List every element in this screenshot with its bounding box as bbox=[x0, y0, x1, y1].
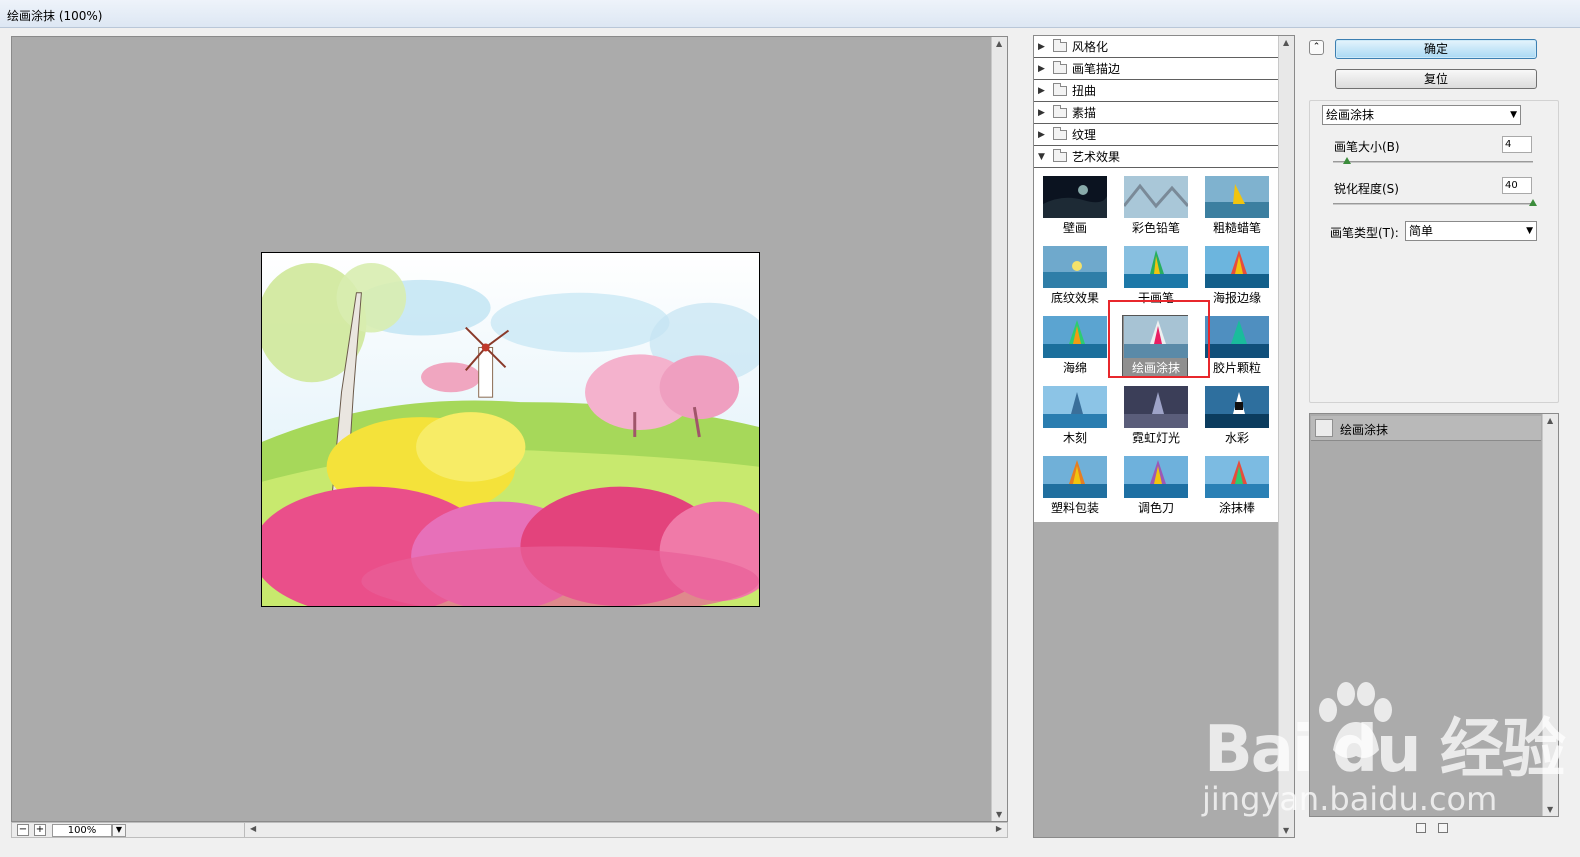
scroll-up-icon[interactable]: ▲ bbox=[1547, 416, 1553, 425]
scroll-down-icon[interactable]: ▼ bbox=[996, 810, 1002, 819]
highlight-box bbox=[1108, 300, 1210, 378]
filter-thumb-cutout[interactable]: 木刻 bbox=[1042, 386, 1108, 448]
double-chevron-up-icon: ⌃ bbox=[1312, 42, 1321, 52]
colored-pencil-preview bbox=[1124, 176, 1188, 218]
preview-image bbox=[261, 252, 760, 607]
poster-edges-preview bbox=[1205, 246, 1269, 288]
filter-thumb-dry-brush[interactable]: 干画笔 bbox=[1123, 246, 1189, 308]
preview-status-bar: − + 100% ▼ ◀ ▶ bbox=[11, 822, 1008, 838]
scroll-down-icon[interactable]: ▼ bbox=[1547, 805, 1553, 814]
brush-size-input[interactable]: 4 bbox=[1502, 136, 1532, 153]
category-texture[interactable]: ▶ 纹理 bbox=[1034, 124, 1279, 146]
watermark-url: jingyan.baidu.com bbox=[1202, 780, 1498, 818]
filter-thumb-neon-glow[interactable]: 霓虹灯光 bbox=[1123, 386, 1189, 448]
watermark-brand: Bai du 经验 bbox=[1204, 713, 1566, 787]
scroll-right-icon[interactable]: ▶ bbox=[996, 824, 1002, 833]
underpainting-preview bbox=[1043, 246, 1107, 288]
filter-thumb-plastic-wrap[interactable]: 塑料包装 bbox=[1042, 456, 1108, 518]
sponge-preview bbox=[1043, 316, 1107, 358]
collapse-arrow-icon[interactable]: ▼ bbox=[1038, 152, 1048, 162]
filter-type-select[interactable]: 绘画涂抹 ▼ bbox=[1322, 105, 1521, 125]
scroll-left-icon[interactable]: ◀ bbox=[250, 824, 256, 833]
filter-thumb-smudge-stick[interactable]: 涂抹棒 bbox=[1204, 456, 1270, 518]
window-title: 绘画涂抹 (100%) bbox=[7, 9, 103, 23]
expand-arrow-icon[interactable]: ▶ bbox=[1038, 42, 1048, 52]
reset-button[interactable]: 复位 bbox=[1335, 69, 1537, 89]
landscape-illustration bbox=[262, 253, 759, 606]
plastic-wrap-preview bbox=[1043, 456, 1107, 498]
scroll-up-icon[interactable]: ▲ bbox=[1283, 38, 1289, 47]
brush-type-select[interactable]: 简单 ▼ bbox=[1405, 221, 1537, 241]
filter-thumb-palette-knife[interactable]: 调色刀 bbox=[1123, 456, 1189, 518]
zoom-out-button[interactable]: − bbox=[17, 824, 29, 836]
scroll-down-icon[interactable]: ▼ bbox=[1283, 826, 1289, 835]
rough-pastels-preview bbox=[1205, 176, 1269, 218]
zoom-dropdown-icon[interactable]: ▼ bbox=[112, 824, 126, 837]
film-grain-preview bbox=[1205, 316, 1269, 358]
delete-effect-layer-icon[interactable] bbox=[1438, 823, 1448, 833]
smudge-stick-preview bbox=[1205, 456, 1269, 498]
preview-horizontal-scrollbar[interactable]: ◀ ▶ bbox=[244, 823, 1007, 837]
brush-size-slider-handle[interactable] bbox=[1343, 157, 1351, 164]
neon-glow-preview bbox=[1124, 386, 1188, 428]
preview-canvas[interactable]: ▲ ▼ bbox=[11, 36, 1008, 822]
expand-arrow-icon[interactable]: ▶ bbox=[1038, 64, 1048, 74]
filter-thumb-colored-pencil[interactable]: 彩色铅笔 bbox=[1123, 176, 1189, 238]
filter-thumb-rough-pastels[interactable]: 粗糙蜡笔 bbox=[1204, 176, 1270, 238]
category-sketch[interactable]: ▶ 素描 bbox=[1034, 102, 1279, 124]
new-effect-layer-icon[interactable] bbox=[1416, 823, 1426, 833]
ok-button[interactable]: 确定 bbox=[1335, 39, 1537, 59]
dropdown-arrow-icon: ▼ bbox=[1526, 226, 1533, 236]
sharpness-slider-handle[interactable] bbox=[1529, 199, 1537, 206]
expand-arrow-icon[interactable]: ▶ bbox=[1038, 86, 1048, 96]
category-artistic[interactable]: ▼ 艺术效果 bbox=[1034, 146, 1279, 168]
dry-brush-preview bbox=[1124, 246, 1188, 288]
brush-size-label: 画笔大小(B) bbox=[1334, 140, 1400, 154]
layer-visibility-icon[interactable] bbox=[1315, 419, 1333, 437]
watercolor-preview bbox=[1205, 386, 1269, 428]
filter-thumb-underpainting[interactable]: 底纹效果 bbox=[1042, 246, 1108, 308]
expand-arrow-icon[interactable]: ▶ bbox=[1038, 130, 1048, 140]
expand-arrow-icon[interactable]: ▶ bbox=[1038, 108, 1048, 118]
folder-icon bbox=[1053, 60, 1067, 74]
title-bar: 绘画涂抹 (100%) bbox=[0, 0, 1580, 28]
dropdown-arrow-icon: ▼ bbox=[1510, 110, 1517, 120]
category-distort[interactable]: ▶ 扭曲 bbox=[1034, 80, 1279, 102]
sharpness-label: 锐化程度(S) bbox=[1334, 182, 1399, 196]
filter-thumb-poster-edges[interactable]: 海报边缘 bbox=[1204, 246, 1270, 308]
folder-icon bbox=[1053, 126, 1067, 140]
folder-icon bbox=[1053, 38, 1067, 52]
folder-open-icon bbox=[1053, 148, 1067, 162]
category-stylize[interactable]: ▶ 风格化 bbox=[1034, 36, 1279, 58]
fresco-preview bbox=[1043, 176, 1107, 218]
cutout-preview bbox=[1043, 386, 1107, 428]
sharpness-slider[interactable] bbox=[1333, 199, 1537, 206]
filter-thumb-sponge[interactable]: 海绵 bbox=[1042, 316, 1108, 378]
filter-thumb-fresco[interactable]: 壁画 bbox=[1042, 176, 1108, 238]
filter-thumb-film-grain[interactable]: 胶片颗粒 bbox=[1204, 316, 1270, 378]
scroll-up-icon[interactable]: ▲ bbox=[996, 39, 1002, 48]
filter-category-list: ▶ 风格化 ▶ 画笔描边 ▶ 扭曲 ▶ 素描 ▶ 纹理 ▼ 艺术效果 壁画 彩色铅笔 粗糙蜡… bbox=[1034, 36, 1279, 522]
folder-icon bbox=[1053, 104, 1067, 118]
collapse-gallery-button[interactable]: ⌃ bbox=[1309, 40, 1324, 55]
preview-vertical-scrollbar[interactable]: ▲ ▼ bbox=[991, 37, 1007, 821]
zoom-in-button[interactable]: + bbox=[34, 824, 46, 836]
brush-size-slider[interactable] bbox=[1333, 157, 1533, 164]
palette-knife-preview bbox=[1124, 456, 1188, 498]
filter-thumb-watercolor[interactable]: 水彩 bbox=[1204, 386, 1270, 448]
effect-layer-row[interactable]: 绘画涂抹 bbox=[1311, 416, 1541, 441]
brush-type-label: 画笔类型(T): bbox=[1330, 226, 1399, 240]
zoom-level-field[interactable]: 100% bbox=[52, 824, 112, 837]
sharpness-input[interactable]: 40 bbox=[1502, 177, 1532, 194]
category-brush-strokes[interactable]: ▶ 画笔描边 bbox=[1034, 58, 1279, 80]
folder-icon bbox=[1053, 82, 1067, 96]
